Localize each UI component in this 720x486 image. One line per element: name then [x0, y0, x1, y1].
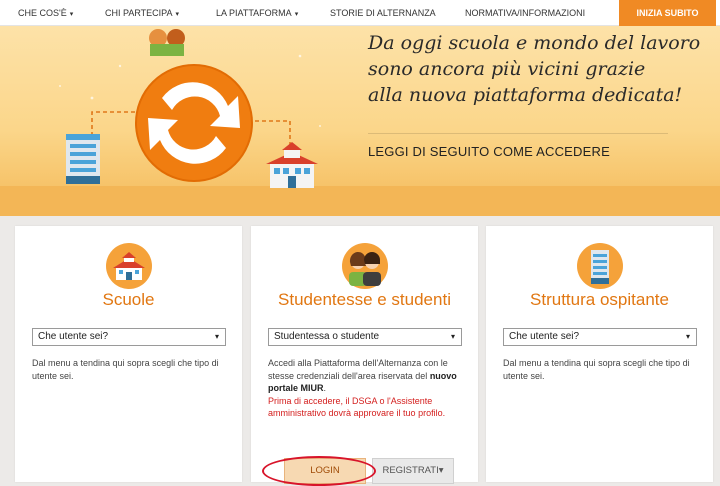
user-type-select[interactable]: Che utente sei? ▾: [503, 328, 697, 346]
approval-warning: Prima di accedere, il DSGA o l'Assistent…: [268, 395, 446, 419]
card-description: Accedi alla Piattaforma dell'Alternanza …: [268, 357, 464, 420]
chevron-down-icon: ▾: [450, 332, 455, 341]
chevron-down-icon: ▾: [438, 465, 444, 476]
register-label: REGISTRATI: [382, 465, 439, 476]
description-text: .: [323, 383, 327, 393]
tagline-line: alla nuova piattaforma dedicata!: [368, 84, 683, 106]
read-how-to-access-link[interactable]: LEGGI DI SEGUITO COME ACCEDERE: [368, 144, 610, 159]
chevron-down-icon: ▾: [175, 11, 180, 18]
hero-tagline: Da oggi scuola e mondo del lavoro sono a…: [368, 30, 700, 108]
nav-item-chi-partecipa[interactable]: CHI PARTECIPA ▾: [105, 0, 179, 26]
select-value: Che utente sei?: [38, 331, 109, 342]
students-icon: [341, 243, 388, 289]
nav-label: CHI PARTECIPA: [105, 8, 173, 18]
nav-item-storie[interactable]: STORIE DI ALTERNANZA: [330, 0, 436, 26]
description-text: Accedi alla Piattaforma dell'Alternanza …: [268, 358, 448, 381]
building-icon: [576, 243, 623, 289]
school-building-icon: [266, 142, 318, 188]
card-scuole: Scuole Che utente sei? ▾ Dal menu a tend…: [15, 226, 242, 482]
nav-label: LA PIATTAFORMA: [216, 8, 292, 18]
tagline-line: sono ancora più vicini grazie: [368, 58, 646, 80]
nav-label: NORMATIVA/INFORMAZIONI: [465, 8, 586, 18]
top-nav: CHE COS'È ▾ CHI PARTECIPA ▾ LA PIATTAFORMA…: [0, 0, 720, 26]
divider: [368, 133, 668, 134]
nav-item-che-cose[interactable]: CHE COS'È ▾: [18, 0, 73, 26]
nav-label: CHE COS'È: [18, 8, 67, 18]
student-type-select[interactable]: Studentessa o studente ▾: [268, 328, 462, 346]
card-title: Scuole: [102, 290, 155, 309]
card-studenti: Studentesse e studenti Studentessa o stu…: [251, 226, 478, 486]
card-description: Dal menu a tendina qui sopra scegli che …: [503, 358, 690, 381]
card-title: Struttura ospitante: [530, 290, 669, 309]
hero-illustration: [59, 29, 321, 188]
card-struttura: Struttura ospitante Che utente sei? ▾ Da…: [486, 226, 713, 482]
nav-item-normativa[interactable]: NORMATIVA/INFORMAZIONI: [465, 0, 585, 26]
start-now-button[interactable]: INIZIA SUBITO: [619, 0, 716, 26]
chevron-down-icon: ▾: [294, 11, 299, 18]
card-title: Studentesse e studenti: [278, 290, 451, 309]
hero-banner: Da oggi scuola e mondo del lavoro sono a…: [0, 26, 720, 216]
office-building-icon: [66, 134, 100, 184]
school-icon: [105, 243, 152, 289]
nav-label: STORIE DI ALTERNANZA: [330, 8, 436, 18]
students-top-icon: [149, 29, 185, 56]
tagline-line: Da oggi scuola e mondo del lavoro: [368, 32, 701, 54]
select-value: Che utente sei?: [509, 331, 580, 342]
chevron-down-icon: ▾: [214, 332, 219, 341]
login-button[interactable]: LOGIN: [284, 458, 366, 484]
register-button[interactable]: REGISTRATI▾: [372, 458, 454, 484]
chevron-down-icon: ▾: [69, 11, 74, 18]
user-type-select[interactable]: Che utente sei? ▾: [32, 328, 226, 346]
nav-item-la-piattaforma[interactable]: LA PIATTAFORMA ▾: [216, 0, 298, 26]
card-description: Dal menu a tendina qui sopra scegli che …: [32, 358, 219, 381]
select-value: Studentessa o studente: [274, 331, 380, 342]
chevron-down-icon: ▾: [685, 332, 690, 341]
